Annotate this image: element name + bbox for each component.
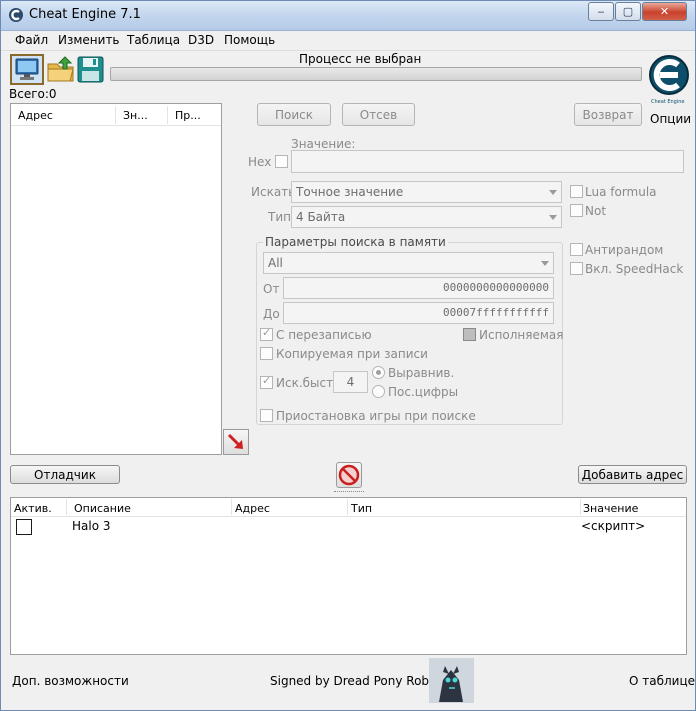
copy-on-write-label: Копируемая при записи [276,347,428,361]
first-scan-button[interactable]: Поиск [257,103,331,126]
menu-file[interactable]: Файл [15,33,48,47]
scan-type-label: Искать [251,185,296,199]
main-window: Cheat Engine 7.1 ‒ ▢ ✕ Файл Изменить Таб… [0,0,696,711]
signed-by-label: Signed by Dread Pony Roberts [270,674,453,688]
table-row[interactable]: Halo 3 <скрипт> [11,517,686,536]
memory-view-button[interactable]: Отладчик [10,465,120,484]
copy-on-write-checkbox[interactable] [260,347,273,360]
select-process-button[interactable] [10,54,44,85]
cheat-engine-logo[interactable]: Cheat Engine [647,53,691,111]
speedhack-checkbox[interactable] [570,262,583,275]
align-radio[interactable] [372,366,385,379]
add-address-button[interactable]: Добавить адрес [578,465,687,484]
hex-checkbox[interactable] [275,155,288,168]
results-column-value[interactable]: Зн... [123,109,148,122]
not-label: Not [585,204,607,218]
no-entry-icon [338,464,360,486]
memory-group-title: Параметры поиска в памяти [263,235,448,249]
lua-formula-checkbox[interactable] [570,185,583,198]
menu-edit[interactable]: Изменить [58,33,120,47]
value-label: Значение: [291,137,356,151]
cheat-engine-app-icon [9,8,23,22]
writable-checkbox[interactable] [260,326,273,341]
chevron-down-icon [549,190,557,195]
chevron-down-icon [541,261,549,266]
floppy-disk-icon [77,56,104,83]
found-count: Всего:0 [9,87,57,101]
column-address[interactable]: Адрес [235,502,270,515]
align-label: Выравнив. [388,366,455,380]
pause-game-checkbox[interactable] [260,409,273,422]
antirandom-label: Антирандом [585,243,664,257]
row-value: <скрипт> [581,519,646,533]
executable-checkbox[interactable] [463,328,476,341]
speedhack-label: Вкл. SpeedHack [585,262,684,276]
process-label: Процесс не выбран [299,52,422,66]
maximize-button[interactable]: ▢ [615,2,641,21]
fast-scan-alignment-input[interactable]: 4 [333,371,368,393]
author-avatar [429,658,474,703]
value-input[interactable] [291,150,684,173]
results-column-address[interactable]: Адрес [18,109,53,122]
to-address-input[interactable]: 00007fffffffffff [283,302,554,324]
not-checkbox[interactable] [570,204,583,217]
column-value[interactable]: Значение [583,502,638,515]
results-list[interactable]: Адрес Зн... Пр... [10,103,222,455]
cheat-table[interactable]: Актив. Описание Адрес Тип Значение Halo … [10,497,687,655]
cheat-engine-logo-icon [649,55,689,95]
red-arrow-icon [227,433,243,449]
scan-type-select[interactable]: Точное значение [291,181,562,203]
pause-game-label: Приостановка игры при поиске [276,409,476,423]
close-button[interactable]: ✕ [642,2,687,21]
about-table-link[interactable]: О таблице [629,674,695,688]
from-label: От [263,282,280,296]
memory-region-select[interactable]: All [263,252,554,274]
stop-button[interactable] [336,462,362,488]
executable-label: Исполняемая [479,328,564,342]
undo-scan-button[interactable]: Возврат [574,103,642,126]
column-type[interactable]: Тип [351,502,372,515]
fast-scan-label: Иск.быст. [276,376,337,390]
lua-formula-label: Lua formula [585,185,657,199]
options-label[interactable]: Опции [650,112,691,126]
row-description: Halo 3 [72,519,111,533]
add-to-list-button[interactable] [223,429,249,455]
status-bar: Доп. возможности Signed by Dread Pony Ro… [1,657,695,710]
cheat-table-header: Актив. Описание Адрес Тип Значение [11,498,686,517]
splitter-handle[interactable] [334,491,364,494]
writable-label: С перезаписью [276,328,372,342]
menu-bar: Файл Изменить Таблица D3D Помощь [1,31,695,51]
results-column-previous[interactable]: Пр... [175,109,201,122]
results-header: Адрес Зн... Пр... [11,104,221,126]
chevron-down-icon [549,215,557,220]
value-type-select[interactable]: 4 Байта [291,206,562,228]
to-label: До [263,307,280,321]
minimize-button[interactable]: ‒ [588,2,614,21]
last-digits-label: Пос.цифры [388,385,459,399]
from-address-input[interactable]: 0000000000000000 [283,277,554,299]
menu-d3d[interactable]: D3D [188,33,214,47]
value-type-label: Тип [268,210,291,224]
next-scan-button[interactable]: Отсев [342,103,415,126]
column-description[interactable]: Описание [74,502,131,515]
fast-scan-checkbox[interactable] [260,374,273,389]
window-title: Cheat Engine 7.1 [29,7,141,22]
antirandom-checkbox[interactable] [570,243,583,256]
computer-icon [15,58,39,80]
column-active[interactable]: Актив. [14,502,52,515]
scan-progress-bar [110,67,642,81]
hex-label: Hex [248,155,272,169]
title-bar: Cheat Engine 7.1 ‒ ▢ ✕ [1,1,695,31]
pony-avatar-icon [429,658,474,703]
logo-text: Cheat Engine [651,99,685,105]
menu-table[interactable]: Таблица [127,33,180,47]
last-digits-radio[interactable] [372,385,385,398]
open-file-button[interactable] [46,55,76,84]
advanced-options-link[interactable]: Доп. возможности [12,674,129,688]
row-active-checkbox[interactable] [16,519,32,535]
save-button[interactable] [76,55,105,84]
open-folder-icon [47,56,74,82]
menu-help[interactable]: Помощь [224,33,275,47]
